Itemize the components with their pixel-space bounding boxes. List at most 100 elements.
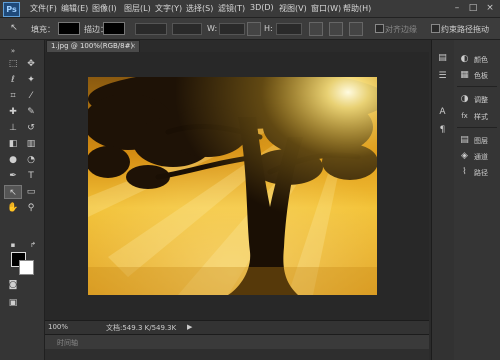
swatches-icon: ▦ [460,70,469,80]
menu-window[interactable]: 窗口(W) [311,3,341,14]
history-brush-tool-icon[interactable]: ↺ [22,121,40,135]
canvas-area[interactable] [45,52,429,320]
character-panel-icon[interactable]: A [436,106,449,118]
move-tool-icon[interactable]: ✥ [22,57,40,71]
fill-swatch[interactable] [58,22,80,35]
crop-tool-icon[interactable]: ⌗ [4,89,22,103]
quick-mask-icon[interactable]: ◙ [4,278,22,292]
document-tab-title: 1.jpg @ 100%(RGB/8#) [51,42,134,50]
panel-swatches[interactable]: ▦ 色板 [457,69,500,83]
healing-brush-tool-icon[interactable]: ✚ [4,105,22,119]
screen-mode-icon[interactable]: ▣ [4,296,22,310]
stroke-swatch[interactable] [103,22,125,35]
height-field[interactable] [276,23,302,35]
minimize-icon[interactable]: – [450,2,464,14]
timeline-label: 时间轴 [57,339,78,347]
gradient-tool-icon[interactable]: ▥ [22,137,40,151]
styles-icon: fx [461,112,468,120]
panel-styles-label: 样式 [474,113,488,121]
document-image[interactable] [88,77,377,295]
panel-color-label: 颜色 [474,56,488,64]
paragraph-panel-icon[interactable]: ¶ [436,124,449,136]
stroke-width-field[interactable] [135,23,167,35]
background-color-swatch[interactable] [19,260,34,275]
zoom-tool-icon[interactable]: ⚲ [22,201,40,215]
channels-icon: ◈ [461,151,468,161]
path-alignment-icon[interactable] [329,22,343,36]
panel-adjustments[interactable]: ◑ 调整 [457,93,500,107]
maximize-icon[interactable]: □ [466,2,480,14]
menu-select[interactable]: 选择(S) [186,3,213,14]
menu-image[interactable]: 图像(I) [92,3,117,14]
path-arrangement-icon[interactable] [349,22,363,36]
align-edges-checkbox[interactable] [375,24,384,33]
blur-tool-icon[interactable]: ● [4,153,22,167]
path-select-tool-icon[interactable]: ↖ [5,21,23,35]
stroke-type-dropdown[interactable] [172,23,202,35]
constrain-path-checkbox[interactable] [431,24,440,33]
tab-close-icon[interactable]: × [130,41,136,52]
swap-colors-icon[interactable]: ↱ [24,238,42,252]
tools-panel: » ⬚ ✥ ℓ ✦ ⌗ ⁄ ✚ ✎ ⊥ ↺ ◧ ▥ ● ◔ ✒ T ↖ ▭ ✋ … [0,40,45,360]
bottom-strip [45,349,429,360]
panel-swatches-label: 色板 [474,72,488,80]
path-operations-icon[interactable] [309,22,323,36]
layers-icon: ▤ [460,135,469,145]
constrain-path-label: 约束路径拖动 [441,25,489,34]
align-edges-label: 对齐边缘 [385,25,417,34]
fill-label: 填充： [31,25,55,34]
status-bar: 100% 文档:549.3 K/549.3K ▶ [45,320,429,334]
close-icon[interactable]: × [483,2,497,14]
zoom-level[interactable]: 100% [48,323,68,331]
eyedropper-tool-icon[interactable]: ⁄ [22,89,40,103]
magic-wand-tool-icon[interactable]: ✦ [22,73,40,87]
menu-file[interactable]: 文件(F) [30,3,57,14]
photoshop-logo: Ps [3,2,20,17]
link-icon[interactable] [247,22,261,36]
clone-stamp-tool-icon[interactable]: ⊥ [4,121,22,135]
menu-layer[interactable]: 图层(L) [124,3,151,14]
document-tab[interactable]: 1.jpg @ 100%(RGB/8#) × [46,40,140,52]
properties-panel-icon[interactable]: ☰ [436,70,449,82]
dodge-tool-icon[interactable]: ◔ [22,153,40,167]
panel-layers-label: 图层 [474,137,488,145]
width-field[interactable] [219,23,245,35]
lasso-tool-icon[interactable]: ℓ [4,73,22,87]
panel-paths[interactable]: ⌇ 路径 [457,166,500,180]
collapse-icon[interactable]: » [4,44,22,58]
eraser-tool-icon[interactable]: ◧ [4,137,22,151]
default-colors-icon[interactable]: ▪ [4,238,22,252]
status-menu-arrow-icon[interactable]: ▶ [187,323,192,331]
rectangle-tool-icon[interactable]: ▭ [22,185,40,199]
panel-styles[interactable]: fx 样式 [457,110,500,124]
width-label: W: [207,24,218,33]
menu-3d[interactable]: 3D(D) [250,3,274,12]
menu-help[interactable]: 帮助(H) [343,3,371,14]
menu-type[interactable]: 文字(Y) [155,3,182,14]
brush-tool-icon[interactable]: ✎ [22,105,40,119]
palette-icon: ◐ [460,54,469,64]
paths-icon: ⌇ [462,167,467,177]
adjustments-icon: ◑ [460,94,469,104]
panel-dock: ◐ 颜色 ▦ 色板 ◑ 调整 fx 样式 ▤ 图层 ◈ 通道 ⌇ 路径 [454,40,500,360]
menu-filter[interactable]: 滤镜(T) [218,3,245,14]
panel-divider [457,127,497,128]
type-tool-icon[interactable]: T [22,169,40,183]
hand-tool-icon[interactable]: ✋ [4,201,22,215]
panel-channels[interactable]: ◈ 通道 [457,150,500,164]
timeline-panel[interactable]: 时间轴 [45,334,429,349]
tree-sunrise-photo [88,77,377,295]
panel-layers[interactable]: ▤ 图层 [457,134,500,148]
path-selection-tool-icon[interactable]: ↖ [4,185,22,199]
pen-tool-icon[interactable]: ✒ [4,169,22,183]
collapsed-panel-column: ▤ ☰ A ¶ [431,40,455,360]
panel-channels-label: 通道 [474,153,488,161]
menu-edit[interactable]: 编辑(E) [61,3,88,14]
history-panel-icon[interactable]: ▤ [436,52,449,64]
options-bar: ↖ 填充： 描边： W: H: 对齐边缘 约束路径拖动 [0,18,500,40]
panel-adjustments-label: 调整 [474,96,488,104]
document-size[interactable]: 文档:549.3 K/549.3K [106,323,176,333]
panel-color[interactable]: ◐ 颜色 [457,53,500,67]
marquee-tool-icon[interactable]: ⬚ [4,57,22,71]
menu-view[interactable]: 视图(V) [279,3,307,14]
